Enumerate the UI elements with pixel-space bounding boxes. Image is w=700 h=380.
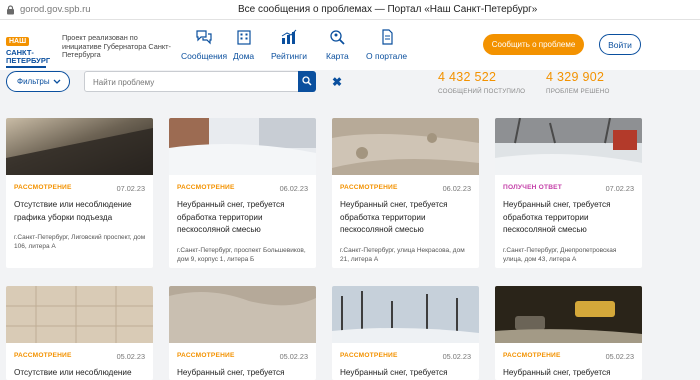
nav-ratings[interactable]: Рейтинги	[271, 29, 307, 61]
card-title[interactable]: Неубранный снег, требуется	[503, 367, 635, 380]
nav-messages[interactable]: Сообщения	[181, 29, 227, 61]
search-input[interactable]	[85, 73, 298, 92]
chevron-down-icon	[53, 78, 61, 87]
card-status: РАССМОТРЕНИЕ	[177, 184, 235, 191]
problem-card[interactable]: РАССМОТРЕНИЕ 06.02.23 Неубранный снег, т…	[169, 118, 316, 268]
search-field[interactable]	[84, 71, 299, 92]
site-header: НАШ САНКТ-ПЕТЕРБУРГ Проект реализован по…	[0, 20, 700, 70]
stat-number: 4 432 522	[438, 70, 497, 84]
stat-messages-received: 4 432 522 СООБЩЕНИЙ ПОСТУПИЛО	[438, 70, 525, 95]
problem-card[interactable]: РАССМОТРЕНИЕ 06.02.23 Неубранный снег, т…	[332, 118, 479, 268]
card-status: РАССМОТРЕНИЕ	[14, 184, 72, 191]
card-status: РАССМОТРЕНИЕ	[14, 352, 72, 359]
site-logo[interactable]: НАШ САНКТ-ПЕТЕРБУРГ	[6, 30, 51, 68]
card-date: 07.02.23	[116, 184, 145, 193]
card-title[interactable]: Неубранный снег, требуется обработка тер…	[503, 199, 635, 237]
card-title[interactable]: Неубранный снег, требуется	[340, 367, 472, 380]
window-title: Все сообщения о проблемах — Портал «Наш …	[238, 4, 538, 15]
map-search-icon	[328, 29, 346, 45]
problem-card[interactable]: РАССМОТРЕНИЕ 05.02.23 Неубранный снег, т…	[495, 286, 642, 380]
site-tagline: Проект реализован по инициативе Губернат…	[62, 33, 171, 60]
nav-map[interactable]: Карта	[326, 29, 349, 61]
clear-filters-icon[interactable]: ✖	[332, 75, 342, 89]
card-date: 05.02.23	[605, 352, 634, 361]
filters-label: Фильтры	[17, 77, 50, 86]
card-title[interactable]: Отсутствие или несоблюдение графика убор…	[14, 199, 146, 224]
card-photo-stairwell	[6, 118, 153, 175]
nav-houses[interactable]: Дома	[233, 29, 254, 61]
card-status: ПОЛУЧЕН ОТВЕТ	[503, 184, 563, 191]
stat-problems-solved: 4 329 902 ПРОБЛЕМ РЕШЕНО	[546, 70, 610, 95]
nav-ratings-label: Рейтинги	[271, 51, 307, 61]
problem-card[interactable]: ПОЛУЧЕН ОТВЕТ 07.02.23 Неубранный снег, …	[495, 118, 642, 268]
card-photo-night-street	[495, 286, 642, 343]
stat-caption: ПРОБЛЕМ РЕШЕНО	[546, 88, 610, 95]
card-address: г.Санкт-Петербург, Днепропетровская улиц…	[503, 247, 617, 264]
card-date: 05.02.23	[442, 352, 471, 361]
problem-card[interactable]: РАССМОТРЕНИЕ 05.02.23 Неубранный снег, т…	[332, 286, 479, 380]
card-date: 07.02.23	[605, 184, 634, 193]
card-title[interactable]: Неубранный снег, требуется	[177, 367, 309, 380]
card-status: РАССМОТРЕНИЕ	[503, 352, 561, 359]
url-text[interactable]: gorod.gov.spb.ru	[20, 4, 91, 15]
building-icon	[235, 29, 253, 45]
card-photo-winter-trees	[332, 286, 479, 343]
lock-icon	[2, 2, 18, 18]
card-status: РАССМОТРЕНИЕ	[340, 352, 398, 359]
card-address: г.Санкт-Петербург, проспект Большевиков,…	[177, 247, 306, 264]
logo-bottom-text: САНКТ-ПЕТЕРБУРГ	[6, 48, 51, 65]
logo-top-text: НАШ	[6, 37, 30, 46]
card-date: 05.02.23	[279, 352, 308, 361]
filters-dropdown[interactable]: Фильтры	[6, 71, 70, 92]
chat-bubbles-icon	[195, 29, 213, 45]
card-photo-snowy-yard	[495, 118, 642, 175]
search-icon	[302, 73, 312, 91]
nav-houses-label: Дома	[233, 51, 255, 61]
card-status: РАССМОТРЕНИЕ	[340, 184, 398, 191]
card-address: г.Санкт-Петербург, улица Некрасова, дом …	[340, 247, 465, 264]
card-photo-icy-sidewalk	[332, 118, 479, 175]
stat-caption: СООБЩЕНИЙ ПОСТУПИЛО	[438, 88, 526, 95]
card-date: 06.02.23	[279, 184, 308, 193]
logo-underline	[6, 66, 46, 68]
nav-about[interactable]: О портале	[366, 29, 407, 61]
card-title[interactable]: Неубранный снег, требуется обработка тер…	[177, 199, 309, 237]
nav-about-label: О портале	[366, 51, 408, 61]
card-photo-snow-pile	[169, 286, 316, 343]
problem-card[interactable]: РАССМОТРЕНИЕ 07.02.23 Отсутствие или нес…	[6, 118, 153, 268]
document-icon	[378, 29, 396, 45]
nav-messages-label: Сообщения	[181, 51, 228, 61]
search-button[interactable]	[298, 71, 316, 92]
card-photo-snowy-entrance	[169, 118, 316, 175]
bar-chart-icon	[280, 29, 298, 45]
login-button[interactable]: Войти	[599, 34, 641, 55]
stat-number: 4 329 902	[546, 70, 605, 84]
card-title[interactable]: Отсутствие или несоблюдение	[14, 367, 146, 380]
problem-card[interactable]: РАССМОТРЕНИЕ 05.02.23 Неубранный снег, т…	[169, 286, 316, 380]
report-problem-button[interactable]: Сообщить о проблеме	[483, 34, 584, 55]
card-address: г.Санкт-Петербург, Лиговский проспект, д…	[14, 234, 146, 251]
card-date: 06.02.23	[442, 184, 471, 193]
card-date: 05.02.23	[116, 352, 145, 361]
card-photo-tiled-floor	[6, 286, 153, 343]
card-status: РАССМОТРЕНИЕ	[177, 352, 235, 359]
card-title[interactable]: Неубранный снег, требуется обработка тер…	[340, 199, 472, 237]
problem-card[interactable]: РАССМОТРЕНИЕ 05.02.23 Отсутствие или нес…	[6, 286, 153, 380]
nav-map-label: Карта	[326, 51, 349, 61]
